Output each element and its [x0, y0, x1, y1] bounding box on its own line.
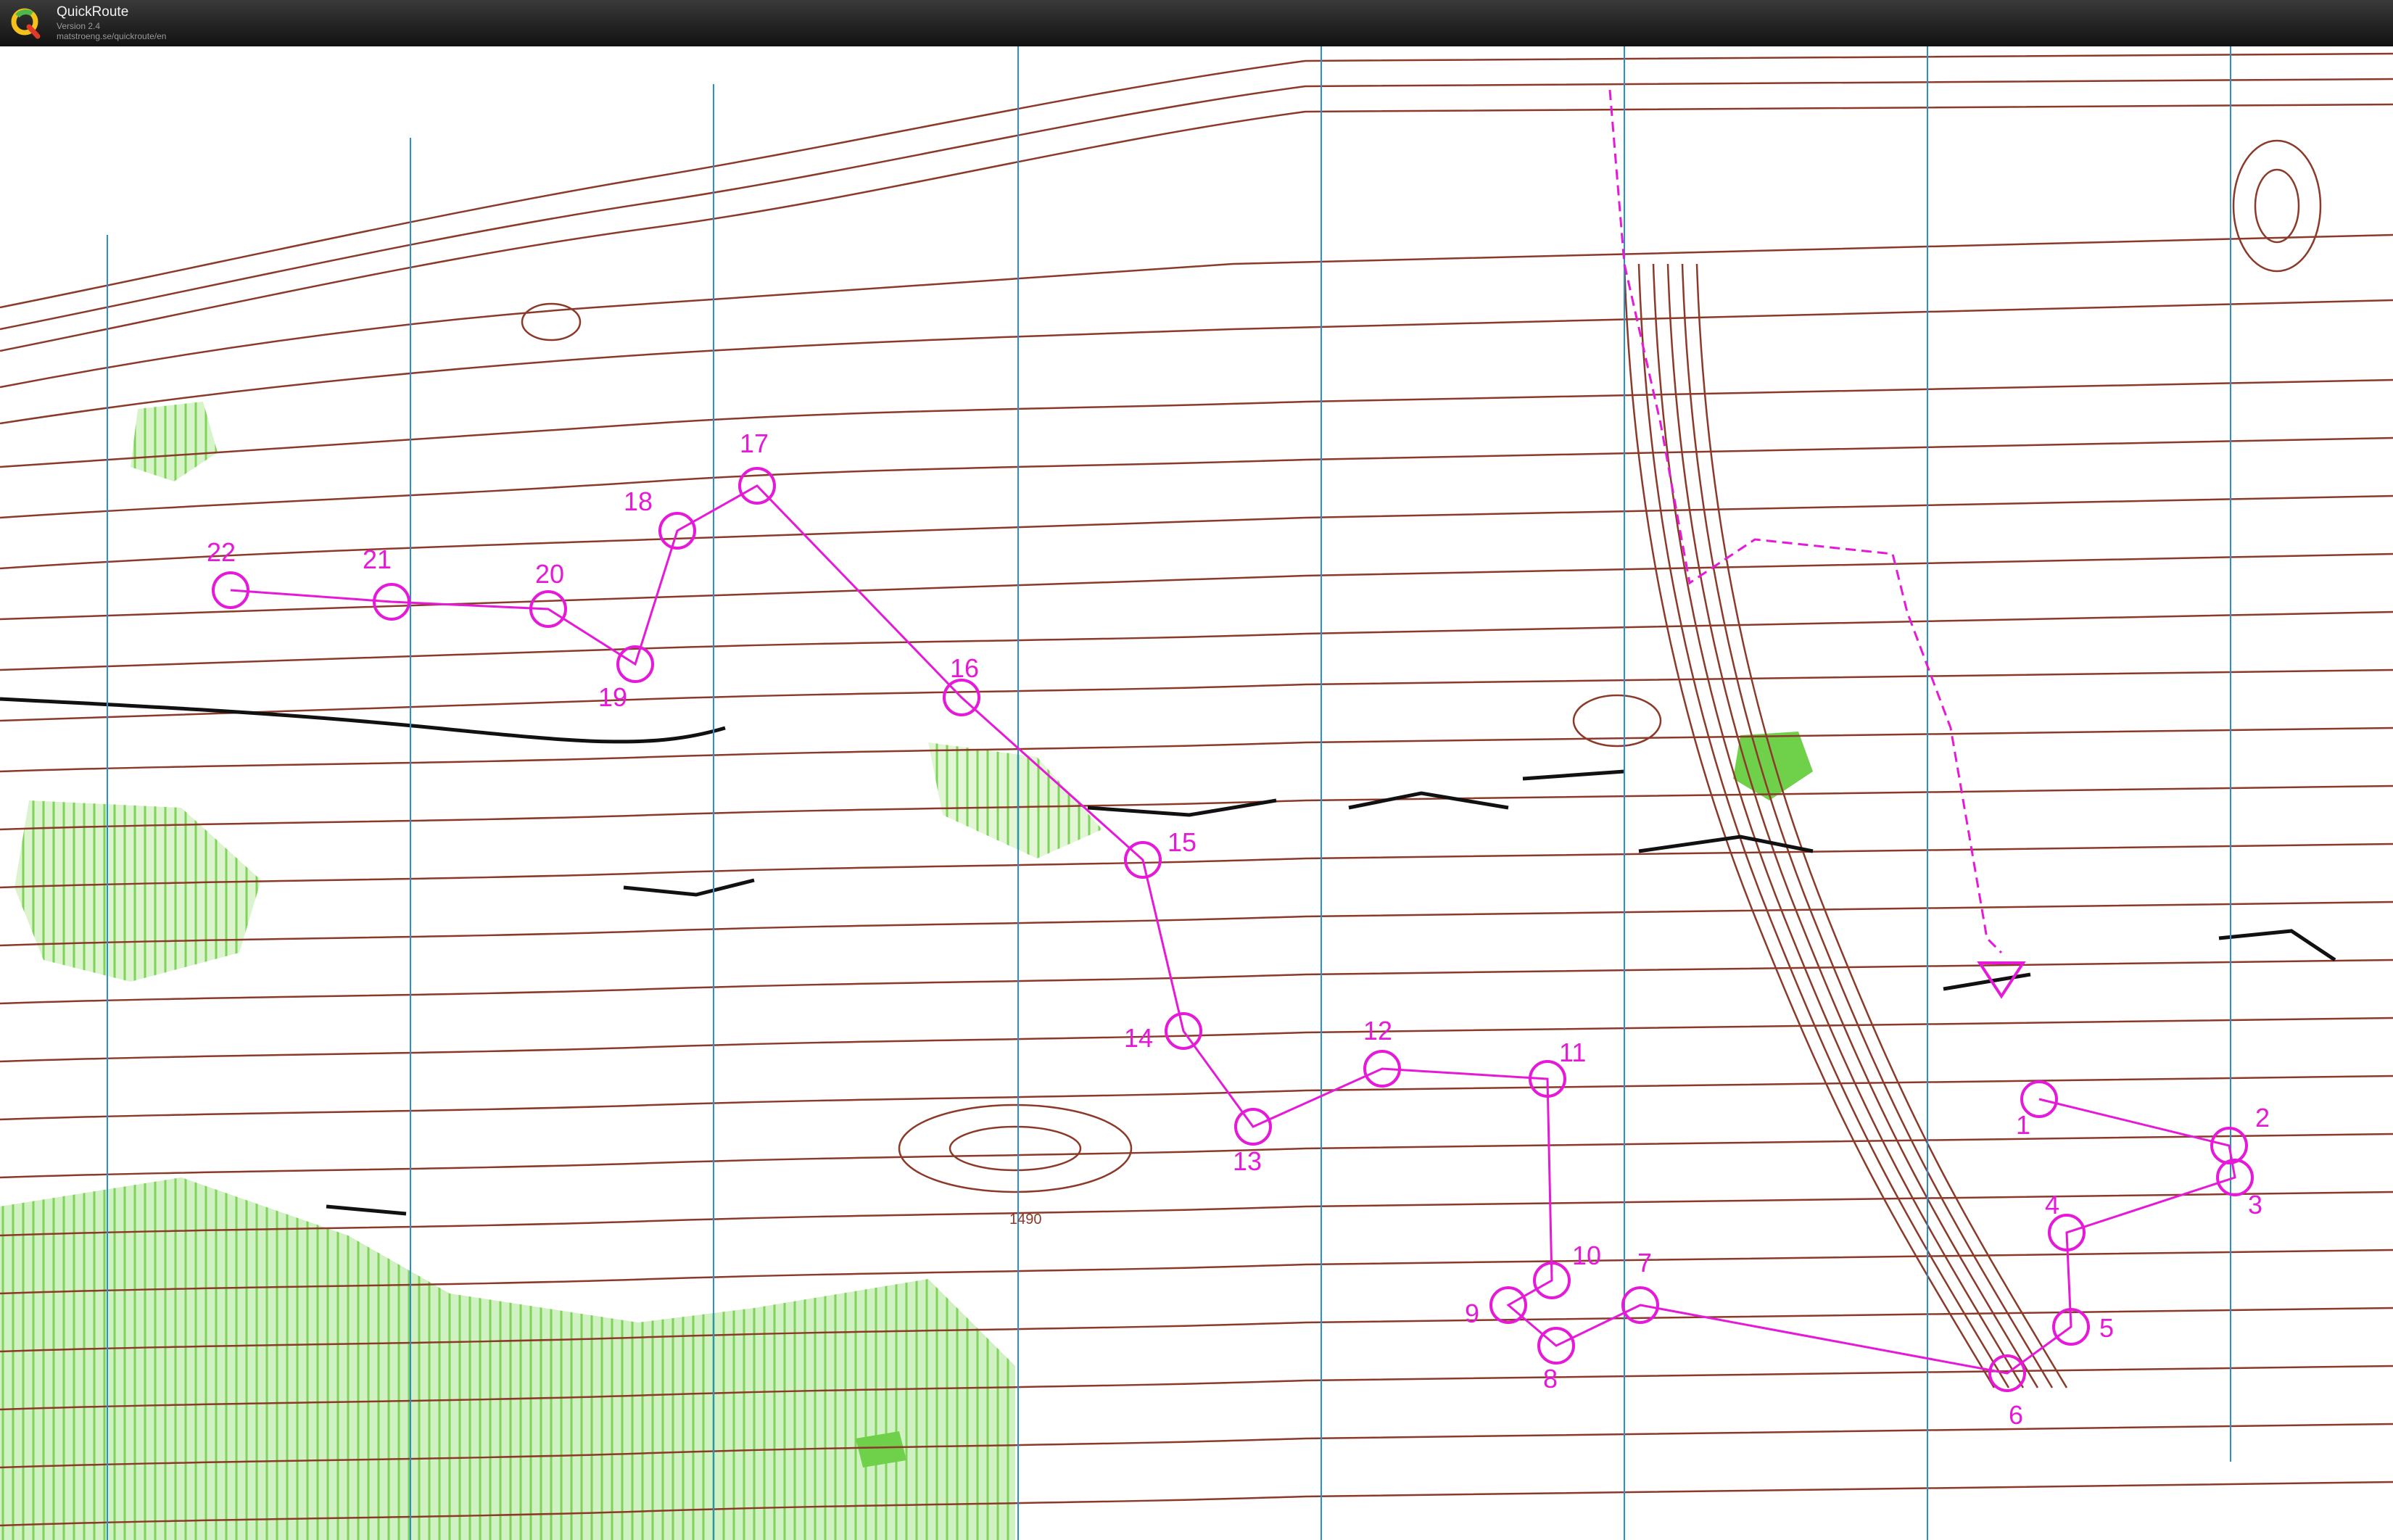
- control-label-5: 5: [2099, 1313, 2114, 1343]
- control-label-17: 17: [740, 429, 769, 458]
- title-bar: QuickRoute Version 2.4 matstroeng.se/qui…: [0, 0, 2393, 46]
- control-label-19: 19: [598, 682, 627, 712]
- control-label-18: 18: [624, 487, 653, 516]
- control-label-21: 21: [363, 545, 392, 574]
- control-label-8: 8: [1543, 1364, 1558, 1394]
- control-label-6: 6: [2009, 1400, 2023, 1430]
- app-version: Version 2.4: [57, 21, 101, 31]
- control-label-7: 7: [1637, 1248, 1652, 1278]
- control-label-12: 12: [1363, 1016, 1392, 1046]
- control-label-10: 10: [1572, 1241, 1601, 1270]
- control-label-3: 3: [2248, 1190, 2262, 1220]
- control-label-20: 20: [535, 559, 564, 589]
- control-label-9: 9: [1465, 1299, 1479, 1328]
- control-label-15: 15: [1167, 827, 1196, 857]
- quickroute-window: QuickRoute Version 2.4 matstroeng.se/qui…: [0, 0, 2393, 1540]
- orienteering-map[interactable]: 1 2345678910111213141516171819202122 1490: [0, 46, 2393, 1540]
- control-label-14: 14: [1124, 1023, 1153, 1053]
- control-label-16: 16: [950, 653, 979, 683]
- app-url: matstroeng.se/quickroute/en: [57, 31, 167, 41]
- quickroute-q-logo-icon: [11, 8, 41, 39]
- control-label-13: 13: [1233, 1146, 1262, 1176]
- control-label-11: 11: [1559, 1038, 1586, 1067]
- control-label-2: 2: [2255, 1103, 2270, 1133]
- contour-height-label: 1490: [1009, 1212, 1042, 1228]
- control-label-4: 4: [2045, 1190, 2059, 1220]
- control-label-22: 22: [207, 537, 236, 567]
- control-label-1: 1: [2016, 1110, 2030, 1140]
- app-name: QuickRoute: [57, 4, 129, 20]
